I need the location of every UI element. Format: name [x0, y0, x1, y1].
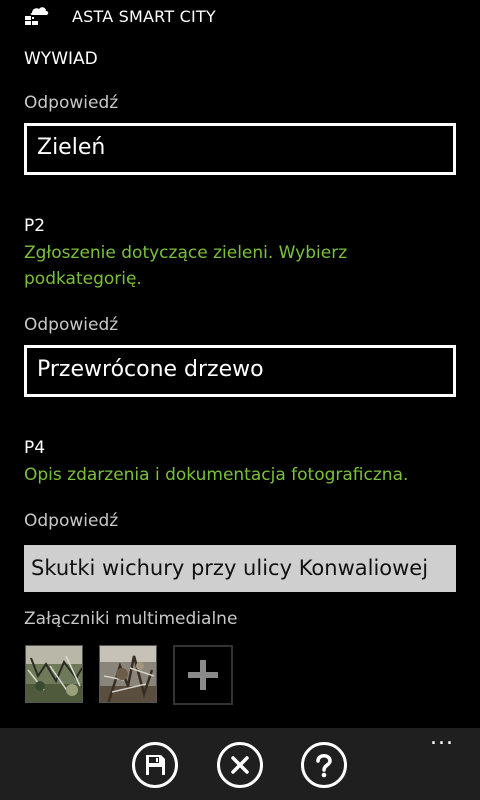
attachment-photo-thumbnail[interactable]: [99, 645, 157, 703]
cancel-button[interactable]: [217, 742, 263, 788]
app-title: ASTA SMART CITY: [72, 7, 216, 26]
save-icon: [146, 755, 165, 775]
answer-field-description[interactable]: Skutki wichury przy ulicy Konwaliowej: [24, 545, 456, 592]
question-text: Opis zdarzenia i dokumentacja fotografic…: [24, 465, 409, 485]
photo-image: [100, 646, 156, 702]
answer-label: Odpowiedź: [24, 315, 119, 335]
help-button[interactable]: [301, 742, 347, 788]
answer-label: Odpowiedź: [24, 511, 119, 531]
answer-field-subcategory[interactable]: Przewrócone drzewo: [24, 345, 456, 397]
cloud-grid-icon: [25, 7, 49, 25]
app-header: ASTA SMART CITY: [0, 0, 480, 34]
answer-value: Skutki wichury przy ulicy Konwaliowej: [31, 556, 429, 580]
question-text: Zgłoszenie dotyczące zieleni. Wybierz po…: [24, 243, 348, 289]
close-icon: [231, 756, 249, 774]
answer-value: Przewrócone drzewo: [37, 357, 264, 382]
question-id: P2: [24, 216, 46, 236]
attachment-photo-thumbnail[interactable]: [25, 645, 83, 703]
help-icon: [316, 754, 332, 778]
answer-field-category[interactable]: Zieleń: [24, 123, 456, 175]
more-options-button[interactable]: ...: [430, 727, 454, 749]
save-button[interactable]: [132, 742, 178, 788]
section-title: WYWIAD: [24, 49, 98, 69]
app-bar: ...: [0, 727, 480, 800]
question-id: P4: [24, 438, 46, 458]
photo-image: [26, 646, 82, 702]
attachments-label: Załączniki multimedialne: [24, 609, 238, 629]
answer-value: Zieleń: [37, 135, 106, 160]
answer-label: Odpowiedź: [24, 93, 119, 113]
add-attachment-button[interactable]: [173, 645, 233, 705]
